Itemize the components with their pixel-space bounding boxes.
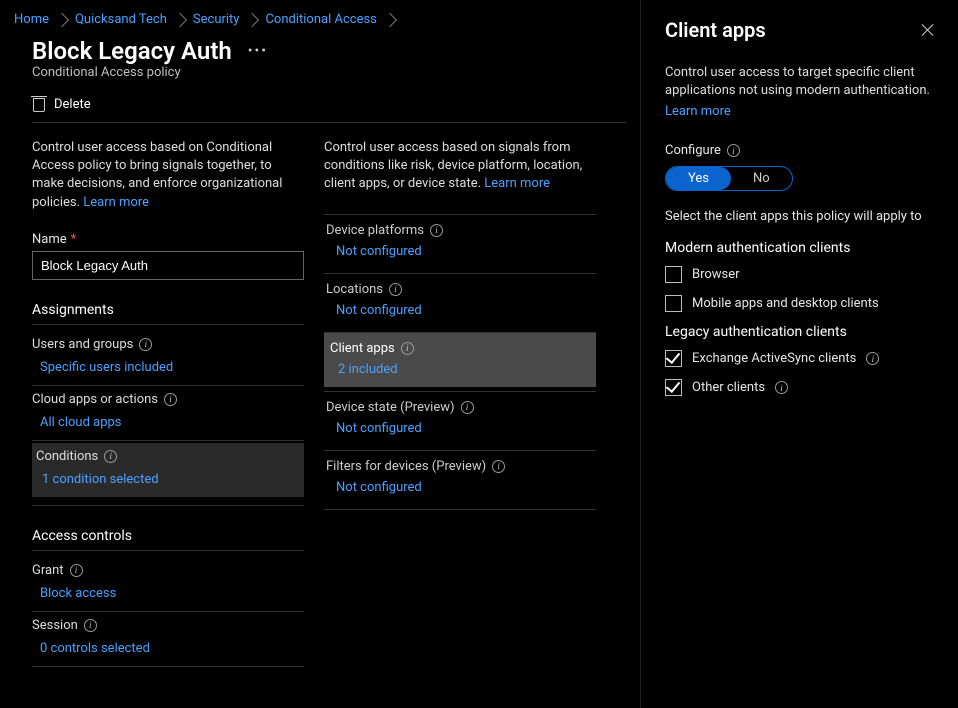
info-icon[interactable] [84,619,97,632]
device-platforms-item[interactable]: Device platforms Not configured [324,215,596,269]
info-icon[interactable] [866,352,879,365]
session-item[interactable]: Session 0 controls selected [32,614,304,669]
session-label: Session [32,618,78,633]
chevron-right-icon [383,12,397,26]
chevron-right-icon [55,12,69,26]
mobile-desktop-label: Mobile apps and desktop clients [692,296,879,311]
filters-devices-item[interactable]: Filters for devices (Preview) Not config… [324,451,596,505]
eas-label: Exchange ActiveSync clients [692,351,856,366]
page-subtitle: Conditional Access policy [0,65,640,86]
home-crumb[interactable]: Home [14,12,49,27]
other-clients-label: Other clients [692,380,765,395]
chevron-right-icon [245,12,259,26]
delete-button[interactable]: Delete [54,97,91,112]
assignments-header: Assignments [32,302,304,325]
conditions-label: Conditions [36,449,98,464]
conditional-access-crumb[interactable]: Conditional Access [265,12,376,27]
learn-more-link[interactable]: Learn more [484,176,550,191]
security-crumb[interactable]: Security [193,12,240,27]
tenant-crumb[interactable]: Quicksand Tech [75,12,167,27]
info-icon[interactable] [164,393,177,406]
grant-value[interactable]: Block access [32,582,304,605]
client-apps-value[interactable]: 2 included [324,358,596,383]
info-icon[interactable] [401,342,414,355]
more-actions-button[interactable]: ••• [248,43,268,59]
device-platforms-value[interactable]: Not configured [324,240,596,265]
device-state-value[interactable]: Not configured [324,417,596,442]
info-icon[interactable] [389,283,402,296]
breadcrumb: Home Quicksand Tech Security Conditional… [0,10,640,33]
policy-main-column: Control user access based on Conditional… [32,139,304,669]
locations-value[interactable]: Not configured [324,299,596,324]
browser-checkbox-row[interactable]: Browser [665,266,934,283]
filters-devices-label: Filters for devices (Preview) [326,459,486,474]
grant-label: Grant [32,563,64,578]
configure-toggle[interactable]: Yes No [665,166,793,191]
configure-label: Configure [665,143,721,158]
trash-icon [32,96,46,112]
mobile-desktop-checkbox-row[interactable]: Mobile apps and desktop clients [665,295,934,312]
locations-label: Locations [326,282,383,297]
checkbox-icon[interactable] [665,350,682,367]
learn-more-link[interactable]: Learn more [665,104,731,119]
info-icon[interactable] [461,401,474,414]
name-label: Name [32,232,67,247]
conditions-detail-column: Control user access based on signals fro… [324,139,596,669]
eas-checkbox-row[interactable]: Exchange ActiveSync clients [665,350,934,367]
conditions-description: Control user access based on signals fro… [324,139,596,194]
chevron-right-icon [173,12,187,26]
client-apps-panel: Client apps Control user access to targe… [640,0,958,708]
cloud-apps-label: Cloud apps or actions [32,392,158,407]
session-value[interactable]: 0 controls selected [32,637,304,660]
browser-label: Browser [692,267,740,282]
locations-item[interactable]: Locations Not configured [324,274,596,328]
toggle-yes[interactable]: Yes [666,167,731,190]
page-title: Block Legacy Auth [32,37,232,65]
users-groups-label: Users and groups [32,337,133,352]
other-clients-checkbox-row[interactable]: Other clients [665,379,934,396]
toggle-no[interactable]: No [731,167,792,190]
policy-description-text: Control user access based on Conditional… [32,140,282,210]
learn-more-link[interactable]: Learn more [83,195,149,210]
grant-item[interactable]: Grant Block access [32,559,304,614]
legacy-clients-header: Legacy authentication clients [665,324,934,340]
access-controls-header: Access controls [32,528,304,551]
device-platforms-label: Device platforms [326,223,424,238]
modern-clients-header: Modern authentication clients [665,240,934,256]
cloud-apps-value[interactable]: All cloud apps [32,411,304,434]
client-apps-label: Client apps [330,341,395,356]
users-groups-item[interactable]: Users and groups Specific users included [32,333,304,388]
select-client-apps-text: Select the client apps this policy will … [665,209,934,224]
conditions-value[interactable]: 1 condition selected [32,468,304,491]
panel-description: Control user access to target specific c… [665,64,934,100]
policy-description: Control user access based on Conditional… [32,139,304,212]
panel-title: Client apps [665,18,934,42]
filters-devices-value[interactable]: Not configured [324,476,596,501]
users-groups-value[interactable]: Specific users included [32,356,304,379]
info-icon[interactable] [70,564,83,577]
info-icon[interactable] [727,144,740,157]
device-state-item[interactable]: Device state (Preview) Not configured [324,392,596,446]
checkbox-icon[interactable] [665,379,682,396]
info-icon[interactable] [775,381,788,394]
info-icon[interactable] [492,460,505,473]
device-state-label: Device state (Preview) [326,400,455,415]
policy-name-input[interactable] [32,251,304,280]
close-icon[interactable] [920,22,936,38]
checkbox-icon[interactable] [665,266,682,283]
cloud-apps-item[interactable]: Cloud apps or actions All cloud apps [32,388,304,443]
required-indicator: * [71,232,77,247]
info-icon[interactable] [104,450,117,463]
info-icon[interactable] [139,338,152,351]
info-icon[interactable] [430,224,443,237]
checkbox-icon[interactable] [665,295,682,312]
client-apps-item[interactable]: Client apps 2 included [324,333,596,387]
conditions-item[interactable]: Conditions 1 condition selected [32,443,304,497]
main-column: Home Quicksand Tech Security Conditional… [0,0,640,708]
